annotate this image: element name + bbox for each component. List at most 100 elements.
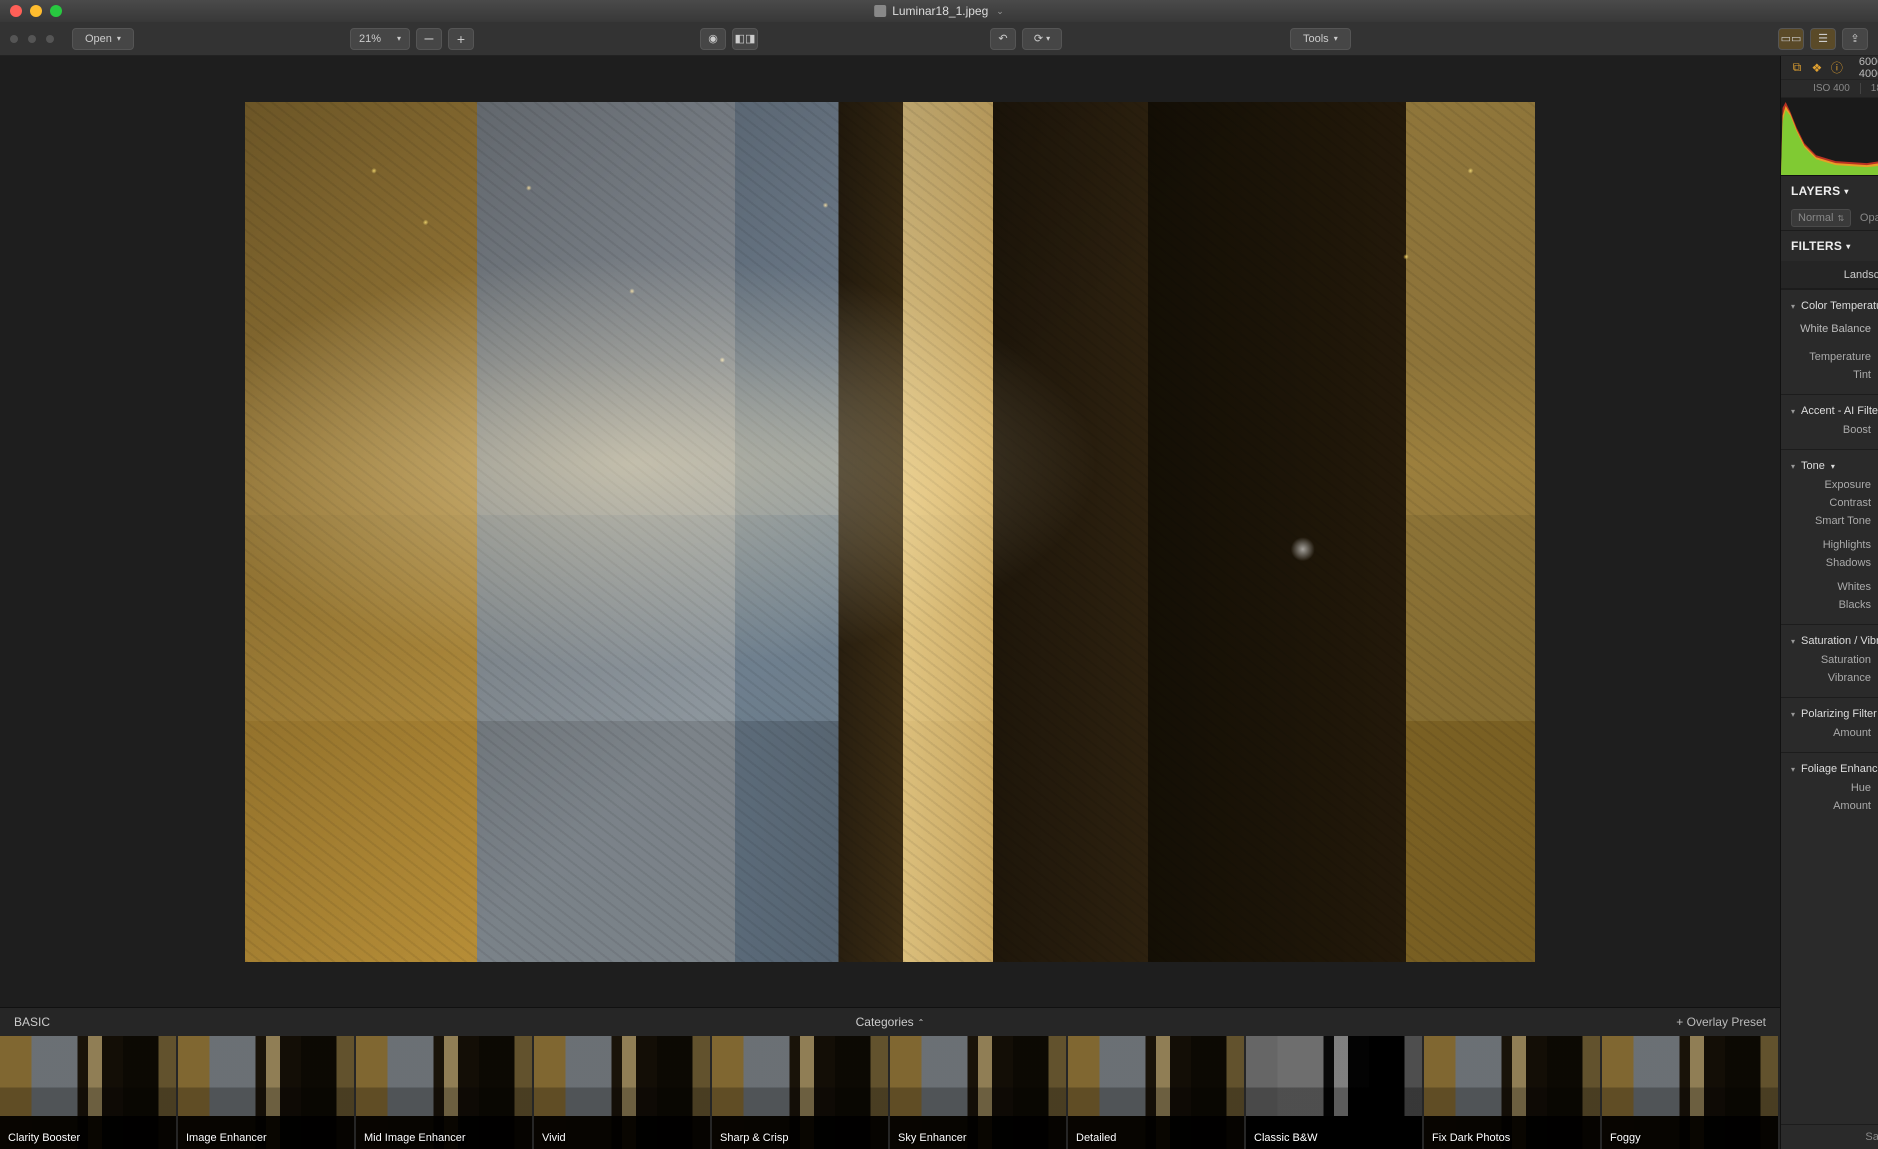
overlay-preset-button[interactable]: + Overlay Preset (1676, 1015, 1766, 1029)
slider-label: Blacks (1781, 599, 1877, 611)
toolbar-status-dots (10, 35, 54, 43)
slider-label: Highlights (1781, 539, 1877, 551)
filter-group-color-temperature[interactable]: ▾ Color Temperature ▾ (1781, 296, 1878, 316)
filter-group-polarizing[interactable]: ▾ Polarizing Filter ▾ (1781, 704, 1878, 724)
preset-strip[interactable]: Clarity Booster Image Enhancer Mid Image E… (0, 1036, 1780, 1149)
canvas-viewport[interactable] (0, 56, 1780, 1007)
open-button[interactable]: Open ▾ (72, 28, 134, 50)
preset-thumbnail[interactable]: Detailed (1068, 1036, 1244, 1149)
preset-label: Sharp & Crisp (720, 1132, 788, 1144)
plus-icon: + (457, 31, 465, 47)
zoom-in-button[interactable]: + (448, 28, 474, 50)
document-title[interactable]: Luminar18_1.jpeg ⌄ (874, 4, 1004, 18)
history-dropdown[interactable]: ⟳ ▾ (1022, 28, 1062, 50)
sliders-icon: ☰ (1818, 32, 1828, 45)
chevron-up-icon: ⌃ (918, 1018, 925, 1027)
compare-view-button[interactable]: ◧◨ (732, 28, 758, 50)
slider-label: Whites (1781, 581, 1877, 593)
presets-icon: ▭▭ (1781, 32, 1802, 45)
group-title: Foliage Enhancer (1801, 763, 1878, 775)
layers-heading: LAYERS (1791, 184, 1840, 198)
zoom-out-button[interactable]: – (416, 28, 442, 50)
histogram[interactable] (1781, 98, 1878, 176)
tools-dropdown[interactable]: Tools ▾ (1290, 28, 1351, 50)
preview-toggle-button[interactable]: ◉ (700, 28, 726, 50)
preset-label: Foggy (1610, 1132, 1641, 1144)
close-window-button[interactable] (10, 5, 22, 17)
slider-label: Contrast (1781, 497, 1877, 509)
categories-label: Categories (856, 1015, 914, 1029)
document-icon (874, 5, 886, 17)
blend-mode-value: Normal (1798, 212, 1833, 224)
chevron-down-icon: ▾ (117, 34, 121, 43)
chevron-down-icon: ▾ (1791, 637, 1795, 646)
preset-thumbnail[interactable]: Fix Dark Photos (1424, 1036, 1600, 1149)
slider-label: Temperature (1781, 351, 1877, 363)
open-label: Open (85, 33, 112, 45)
preset-label: Fix Dark Photos (1432, 1132, 1510, 1144)
opacity-label: Opacity: (1860, 212, 1878, 224)
document-image[interactable] (245, 102, 1535, 962)
chevron-down-icon: ▾ (1046, 34, 1050, 43)
chevron-down-icon: ▾ (1844, 187, 1848, 196)
side-panel-toggle[interactable]: ☰ (1810, 28, 1836, 50)
preset-thumbnail[interactable]: Sky Enhancer (890, 1036, 1066, 1149)
share-icon: ⇪ (1850, 32, 1859, 45)
preset-thumbnail[interactable]: Image Enhancer (178, 1036, 354, 1149)
presets-panel-toggle[interactable]: ▭▭ (1778, 28, 1804, 50)
tools-label: Tools (1303, 33, 1329, 45)
slider-label: Amount (1781, 800, 1877, 812)
slider-label: Shadows (1781, 557, 1877, 569)
focal-label: 18mm (1871, 83, 1878, 94)
layers-header[interactable]: LAYERS▾ – + (1781, 176, 1878, 206)
preset-thumbnail[interactable]: Clarity Booster (0, 1036, 176, 1149)
histogram-icon[interactable]: ⧉ (1791, 60, 1803, 75)
filter-group-tone[interactable]: ▾ Tone ▾ (1781, 456, 1878, 476)
history-icon: ⟳ (1034, 32, 1043, 45)
slider-label: Vibrance (1781, 672, 1877, 684)
eye-icon: ◉ (708, 32, 718, 45)
zoom-value: 21% (359, 33, 381, 45)
chevron-down-icon: ▾ (1791, 765, 1795, 774)
filter-group-accent-ai[interactable]: ▾ Accent - AI Filter ▾ (1781, 401, 1878, 421)
main-toolbar: Open ▾ 21% ▾ – + ◉ ◧◨ ↶ ⟳ ▾ Tools ▾ ▭▭ ☰… (0, 22, 1878, 56)
export-button[interactable]: ⇪ (1842, 28, 1868, 50)
updown-icon: ⇅ (1837, 214, 1844, 223)
chevron-down-icon: ▾ (1334, 34, 1338, 43)
zoom-window-button[interactable] (50, 5, 62, 17)
filename-label: Luminar18_1.jpeg (892, 4, 988, 18)
iso-label: ISO 400 (1813, 83, 1861, 94)
chevron-down-icon: ▾ (397, 34, 401, 43)
slider-label: Exposure (1781, 479, 1877, 491)
window-titlebar: Luminar18_1.jpeg ⌄ (0, 0, 1878, 22)
info-icon[interactable]: ⓘ (1831, 60, 1843, 75)
status-dot (28, 35, 36, 43)
filter-group-saturation-vibrance[interactable]: ▾ Saturation / Vibrance ▾ (1781, 631, 1878, 651)
slider-label: Smart Tone (1781, 515, 1877, 527)
blend-mode-dropdown[interactable]: Normal ⇅ (1791, 209, 1851, 227)
filter-category-dropdown[interactable]: Landscape ▾ (1781, 261, 1878, 289)
slider-label: Hue (1781, 782, 1877, 794)
preset-thumbnail[interactable]: Classic B&W (1246, 1036, 1422, 1149)
group-title: Tone (1801, 460, 1825, 472)
dimensions-label: 6000 x 4000 px (1859, 56, 1878, 80)
preset-thumbnail[interactable]: Vivid (534, 1036, 710, 1149)
preset-label: Image Enhancer (186, 1132, 267, 1144)
zoom-dropdown[interactable]: 21% ▾ (350, 28, 410, 50)
save-filters-preset-button[interactable]: Save Filters Preset (1781, 1124, 1878, 1149)
undo-icon: ↶ (998, 32, 1007, 45)
undo-button[interactable]: ↶ (990, 28, 1016, 50)
group-title: Polarizing Filter (1801, 708, 1877, 720)
filter-group-foliage[interactable]: ▾ Foliage Enhancer ▾ (1781, 759, 1878, 779)
categories-dropdown[interactable]: Categories ⌃ (856, 1015, 925, 1029)
slider-label: Tint (1781, 369, 1877, 381)
minimize-window-button[interactable] (30, 5, 42, 17)
preset-thumbnail[interactable]: Foggy (1602, 1036, 1778, 1149)
slider-label: Boost (1781, 424, 1877, 436)
group-title: Color Temperature (1801, 300, 1878, 312)
window-controls (10, 5, 62, 17)
preset-thumbnail[interactable]: Sharp & Crisp (712, 1036, 888, 1149)
preset-thumbnail[interactable]: Mid Image Enhancer (356, 1036, 532, 1149)
layers-icon[interactable]: ❖ (1811, 60, 1823, 75)
filters-header[interactable]: FILTERS▾ Add Filters (1781, 231, 1878, 261)
